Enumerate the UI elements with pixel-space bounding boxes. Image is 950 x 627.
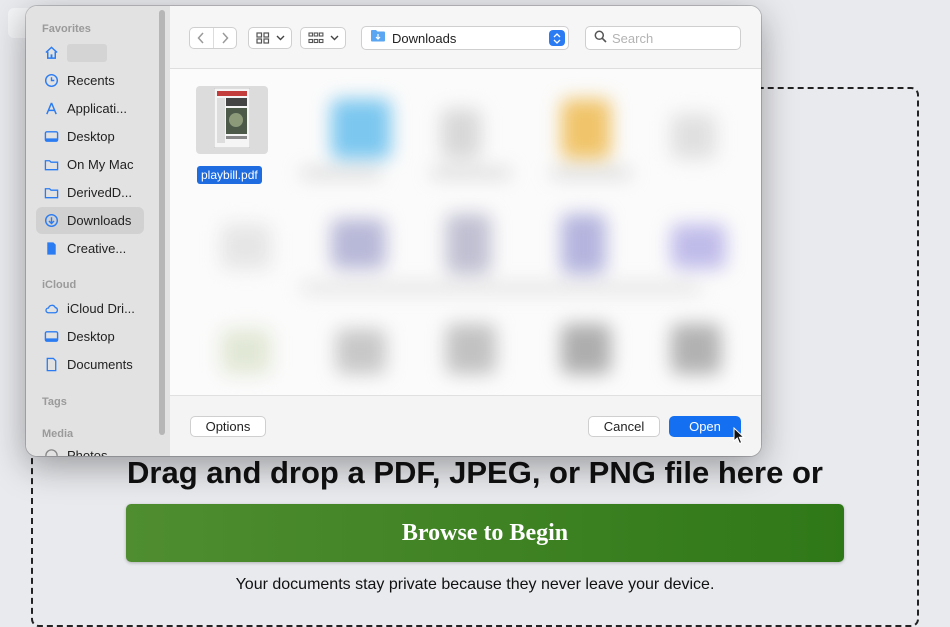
sidebar-scrollbar[interactable] — [159, 10, 165, 435]
cloud-icon — [43, 301, 59, 317]
sidebar-item-home-label-redacted — [67, 43, 107, 62]
sidebar-item-icloud-drive[interactable]: iCloud Dri... — [36, 295, 144, 322]
sidebar-item-icloud-desktop[interactable]: Desktop — [36, 323, 144, 350]
sidebar-item-recents[interactable]: Recents — [36, 67, 144, 94]
group-icon — [307, 32, 324, 44]
group-by-button[interactable] — [300, 27, 346, 49]
sidebar-item-label: Documents — [67, 357, 133, 372]
open-button[interactable]: Open — [669, 416, 741, 437]
chevron-down-icon — [276, 35, 285, 41]
sidebar-item-photos[interactable]: Photos — [36, 442, 144, 456]
blurred-files-row-3 — [181, 314, 736, 394]
desktop-icon — [43, 129, 59, 145]
sidebar: Favorites Recents Applicati... Desktop O… — [26, 6, 170, 456]
sidebar-item-label: DerivedD... — [67, 185, 133, 200]
folder-icon — [43, 185, 59, 201]
grid-view-icon — [255, 32, 270, 44]
search-input[interactable] — [612, 30, 722, 46]
sidebar-section-tags: Tags — [42, 396, 67, 408]
cancel-button[interactable]: Cancel — [588, 416, 660, 437]
sidebar-item-label: Photos — [67, 448, 108, 456]
sidebar-item-desktop[interactable]: Desktop — [36, 123, 144, 150]
back-icon[interactable] — [190, 28, 214, 48]
options-button[interactable]: Options — [190, 416, 266, 437]
photos-icon — [43, 448, 59, 456]
home-icon — [43, 45, 59, 61]
document-icon — [43, 357, 59, 373]
sidebar-item-on-my-mac[interactable]: On My Mac — [36, 151, 144, 178]
sidebar-item-label: Downloads — [67, 213, 132, 228]
sidebar-section-icloud: iCloud — [42, 279, 77, 291]
sidebar-item-label: iCloud Dri... — [67, 301, 135, 316]
file-grid: playbill.pdf — [170, 69, 761, 395]
mouse-pointer-icon — [733, 426, 746, 450]
browse-button[interactable]: Browse to Begin — [126, 504, 844, 562]
sidebar-item-creative[interactable]: Creative... — [36, 235, 144, 262]
dialog-footer: Options Cancel Open — [170, 395, 761, 456]
downloads-folder-icon — [370, 29, 386, 47]
search-icon — [586, 30, 612, 46]
sidebar-item-label: Creative... — [67, 241, 127, 256]
privacy-note: Your documents stay private because they… — [235, 576, 715, 593]
forward-icon[interactable] — [214, 28, 237, 48]
drop-headline: Drag and drop a PDF, JPEG, or PNG file h… — [127, 455, 823, 490]
folder-icon — [43, 157, 59, 173]
location-label: Downloads — [392, 30, 457, 46]
search-field[interactable] — [585, 26, 741, 50]
sidebar-item-label: Desktop — [67, 129, 115, 144]
sidebar-item-label: Desktop — [67, 329, 115, 344]
sidebar-item-label: On My Mac — [67, 157, 134, 172]
downloads-icon — [43, 213, 59, 229]
dialog-toolbar: Downloads — [170, 6, 761, 69]
nav-back-forward — [189, 27, 237, 49]
sidebar-item-downloads[interactable]: Downloads — [36, 207, 144, 234]
blurred-files-row-1 — [181, 69, 736, 199]
open-file-dialog: Favorites Recents Applicati... Desktop O… — [26, 6, 761, 456]
file-browser: Downloads Search playbill.pdf Options Ca… — [170, 6, 761, 456]
sidebar-section-media: Media — [42, 428, 74, 440]
sidebar-section-favorites: Favorites — [42, 23, 91, 35]
clock-icon — [43, 73, 59, 89]
blurred-files-row-2 — [181, 209, 736, 304]
chevron-down-icon — [330, 35, 339, 41]
view-mode-button[interactable] — [248, 27, 292, 49]
sidebar-item-applications[interactable]: Applicati... — [36, 95, 144, 122]
up-down-chevron-icon — [549, 30, 565, 46]
document-icon — [43, 241, 59, 257]
desktop-icon — [43, 329, 59, 345]
sidebar-item-label: Applicati... — [67, 101, 127, 116]
sidebar-item-documents[interactable]: Documents — [36, 351, 144, 378]
sidebar-item-label: Recents — [67, 73, 115, 88]
location-popup[interactable]: Downloads — [361, 26, 569, 50]
applications-icon — [43, 101, 59, 117]
sidebar-item-home[interactable] — [36, 39, 144, 66]
sidebar-item-deriveddata[interactable]: DerivedD... — [36, 179, 144, 206]
